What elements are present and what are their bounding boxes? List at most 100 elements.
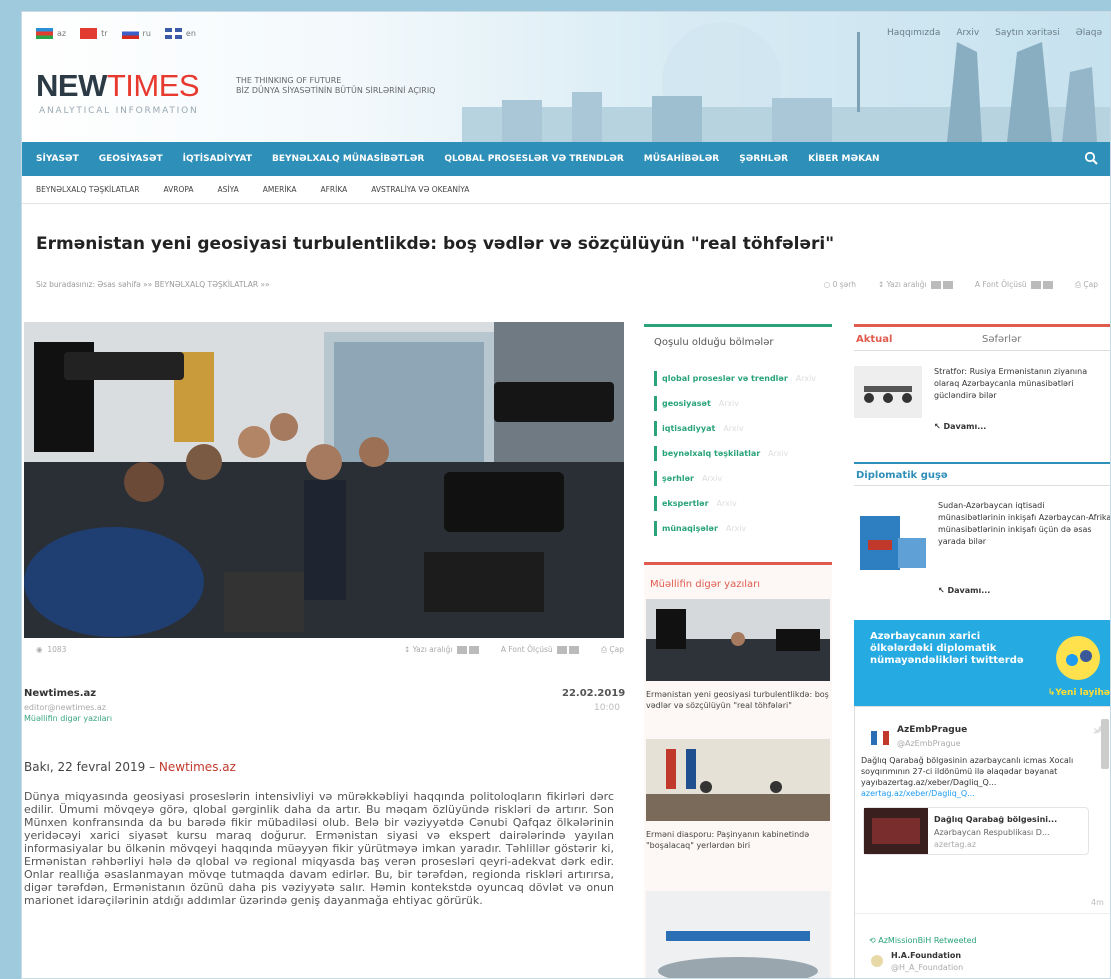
print-button[interactable]: ⎙ Çap: [1075, 280, 1098, 290]
tweet-handle[interactable]: @AzEmbPrague: [897, 738, 961, 749]
categories-box: Qoşulu olduğu bölmələr qlobal proseslər …: [644, 324, 832, 562]
article-link[interactable]: Ermənistan yeni geosiyasi turbulentlikdə…: [646, 689, 830, 711]
author-other-articles-link[interactable]: Müəllifin digər yazıları: [24, 714, 112, 723]
article-meta-bar: ◉ 1083 ↕ Yazı aralığı A Font Ölçüsü ⎙ Ça…: [36, 645, 624, 655]
flag-ru-icon: [121, 28, 139, 39]
link-card[interactable]: Dağlıq Qarabağ bölgəsini... Azərbaycan R…: [863, 807, 1089, 855]
category-item[interactable]: beynəlxalq təşkilatlar Arxiv: [654, 446, 794, 461]
lang-en[interactable]: en: [164, 28, 196, 39]
tab-seferler[interactable]: Səfərlər: [982, 334, 1021, 345]
subnav-asiya[interactable]: ASİYA: [218, 185, 239, 194]
main-nav: SİYASƏT GEOSİYASƏT İQTİSADİYYAT BEYNƏLXA…: [22, 142, 1110, 176]
spacing-increase-icon[interactable]: [942, 281, 953, 289]
author-articles-box: Müəllifin digər yazıları Ermənistan yeni…: [644, 562, 832, 979]
category-item[interactable]: qlobal proseslər və trendlər Arxiv: [654, 371, 822, 386]
search-icon[interactable]: [1084, 151, 1098, 165]
diplomatic-section-header: Diplomatik guşə: [854, 462, 1110, 486]
foundation-logo-icon: [871, 955, 883, 967]
nav-musahibeler[interactable]: MÜSAHİBƏLƏR: [644, 154, 719, 164]
azerbaijan-emblem-icon: [871, 731, 889, 745]
tab-aktual[interactable]: Aktual: [856, 334, 892, 345]
comment-count[interactable]: ○ 0 şərh: [824, 280, 856, 290]
category-item[interactable]: geosiyasət Arxiv: [654, 396, 745, 411]
diplomatic-title: Diplomatik guşə: [856, 470, 948, 481]
diplomatic-story-link[interactable]: Sudan-Azərbaycan iqtisadi münasibətlərin…: [938, 500, 1110, 548]
category-item[interactable]: şərhlər Arxiv: [654, 471, 728, 486]
spacing-decrease-icon[interactable]: [456, 646, 467, 654]
flag-tr-icon: [80, 28, 98, 39]
read-more-link[interactable]: ↖ Davamı...: [934, 422, 986, 431]
author-email[interactable]: editor@newtimes.az: [24, 703, 106, 712]
twitter-banner[interactable]: Azərbaycanın xarici ölkələrdəki diplomat…: [854, 620, 1110, 706]
font-size-control[interactable]: A Font Ölçüsü: [975, 280, 1054, 290]
article-thumbnail[interactable]: [646, 891, 830, 979]
new-project-label: ↳Yeni layihə: [1047, 688, 1110, 698]
nav-beynelxalq[interactable]: BEYNƏLXALQ MÜNASİBƏTLƏR: [272, 154, 424, 164]
subnav-amerika[interactable]: AMERİKA: [263, 185, 297, 194]
tweet-handle-2[interactable]: @H_A_Foundation: [891, 962, 963, 973]
feed-scrollbar[interactable]: [1101, 719, 1109, 769]
read-more-link[interactable]: ↖ Davamı...: [938, 586, 990, 595]
article-body: Dünya miqyasında geosiyasi proseslərin i…: [24, 790, 614, 907]
breadcrumb[interactable]: Siz buradasınız: Əsas səhifə »» BEYNƏLXA…: [36, 280, 270, 289]
flag-en-icon: [164, 28, 182, 39]
nav-serhler[interactable]: ŞƏRHLƏR: [739, 154, 788, 164]
aktual-story-link[interactable]: Stratfor: Rusiya Ermənistanın ziyanına o…: [934, 366, 1110, 402]
subnav-avstraliya[interactable]: AVSTRALİYA VƏ OKEANİYA: [371, 185, 469, 194]
social-bubble-icon: [1056, 636, 1100, 680]
font-decrease-icon[interactable]: [557, 646, 568, 654]
article-lead: Bakı, 22 fevral 2019 – Newtimes.az: [24, 760, 236, 774]
article-tools: ○ 0 şərh ↕ Yazı aralığı A Font Ölçüsü ⎙ …: [824, 280, 1098, 290]
tweet-link[interactable]: azertag.az/xeber/Dagliq_Q...: [861, 788, 975, 799]
nav-iqtisadiyyat[interactable]: İQTİSADİYYAT: [183, 154, 252, 164]
subnav-afrika[interactable]: AFRİKA: [320, 185, 347, 194]
toplink-archive[interactable]: Arxiv: [956, 28, 979, 38]
spacing-increase-icon[interactable]: [468, 646, 479, 654]
subnav-teskilatlar[interactable]: BEYNƏLXALQ TƏŞKİLATLAR: [36, 185, 139, 194]
article-time: 10:00: [594, 703, 620, 713]
view-count: ◉ 1083: [36, 645, 67, 654]
book-thumbnail[interactable]: [854, 512, 930, 574]
link-card-image: [864, 808, 928, 854]
category-item[interactable]: münaqişələr Arxiv: [654, 521, 752, 536]
article-link[interactable]: Erməni diasporu: Paşinyanın kabinetində …: [646, 829, 830, 851]
nav-siyaset[interactable]: SİYASƏT: [36, 154, 79, 164]
print-button-2[interactable]: ⎙ Çap: [601, 645, 624, 655]
tweet-author[interactable]: AzEmbPrague: [897, 725, 967, 736]
toplink-about[interactable]: Haqqımızda: [887, 28, 940, 38]
font-decrease-icon[interactable]: [1031, 281, 1042, 289]
tweet-text: Dağlıq Qarabağ bölgəsinin azərbaycanlı i…: [861, 756, 1074, 787]
article-thumbnail[interactable]: [646, 599, 830, 681]
story-thumbnail[interactable]: [854, 366, 922, 418]
language-switcher: az tr ru en: [36, 28, 210, 39]
author-articles-title: Müəllifin digər yazıları: [650, 579, 761, 590]
article-thumbnail[interactable]: [646, 739, 830, 821]
spacing-decrease-icon[interactable]: [930, 281, 941, 289]
lang-az[interactable]: az: [36, 28, 66, 39]
font-size-control-2[interactable]: A Font Ölçüsü: [501, 645, 580, 655]
font-increase-icon[interactable]: [569, 646, 580, 654]
logo-subtitle: ANALYTICAL INFORMATION: [39, 106, 199, 116]
toplink-contact[interactable]: Əlaqə: [1076, 28, 1102, 38]
font-increase-icon[interactable]: [1043, 281, 1054, 289]
subnav-avropa[interactable]: AVROPA: [163, 185, 193, 194]
retweet-label: ⟲ AzMissionBiH Retweeted: [869, 936, 977, 945]
article-title: Ermənistan yeni geosiyasi turbulentlikdə…: [36, 234, 835, 254]
nav-geosiyaset[interactable]: GEOSİYASƏT: [99, 154, 163, 164]
source-link[interactable]: Newtimes.az: [159, 760, 236, 774]
site-logo[interactable]: NEWTIMES: [36, 70, 200, 101]
category-item[interactable]: iqtisadiyyat Arxiv: [654, 421, 749, 436]
nav-kiber[interactable]: KİBER MƏKAN: [808, 154, 879, 164]
category-item[interactable]: ekspertlər Arxiv: [654, 496, 742, 511]
twitter-feed: AzEmbPrague @AzEmbPrague Dağlıq Qarabağ …: [854, 706, 1110, 978]
lang-tr[interactable]: tr: [80, 28, 108, 39]
tagline: THE THINKING OF FUTURE BİZ DÜNYA SİYASƏT…: [236, 76, 436, 95]
author-name[interactable]: Newtimes.az: [24, 688, 96, 699]
line-spacing-control[interactable]: ↕ Yazı aralığı: [878, 280, 953, 290]
toplink-sitemap[interactable]: Saytın xəritəsi: [995, 28, 1059, 38]
nav-qlobal[interactable]: QLOBAL PROSESLƏR VƏ TRENDLƏR: [444, 154, 623, 164]
site-header: az tr ru en Haqqımızda Arxiv Saytın xəri…: [22, 12, 1110, 142]
tweet-author-2[interactable]: H.A.Foundation: [891, 950, 961, 961]
line-spacing-control-2[interactable]: ↕ Yazı aralığı: [404, 645, 479, 655]
lang-ru[interactable]: ru: [121, 28, 151, 39]
